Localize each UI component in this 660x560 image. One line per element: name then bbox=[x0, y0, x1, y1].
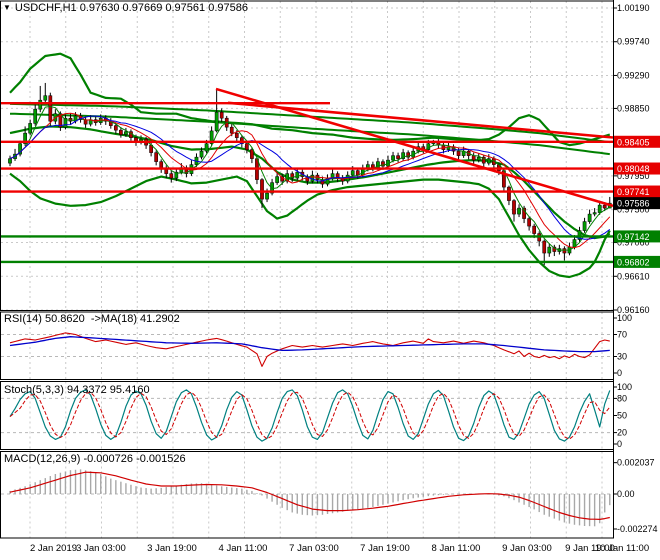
bear-candle bbox=[602, 204, 607, 209]
bull-candle bbox=[597, 204, 602, 213]
symbol-period-label: USDCHF,H1 bbox=[14, 2, 77, 14]
bear-candle bbox=[562, 248, 567, 254]
price-axis[interactable] bbox=[614, 0, 660, 538]
bull-candle bbox=[476, 156, 481, 161]
bear-candle bbox=[371, 164, 375, 168]
bear-candle bbox=[250, 149, 254, 159]
bull-candle bbox=[517, 207, 521, 215]
bear-candle bbox=[229, 126, 234, 134]
bull-candle bbox=[8, 158, 12, 164]
time-tick-label: 4 Jan 11:00 bbox=[219, 543, 268, 554]
bear-candle bbox=[507, 186, 511, 201]
bull-candle bbox=[295, 171, 300, 179]
bull-candle bbox=[275, 176, 279, 183]
bull-candle bbox=[38, 99, 43, 110]
quote-open: 0.97630 bbox=[79, 2, 120, 14]
bear-candle bbox=[169, 173, 174, 179]
time-tick-label: 2 Jan 2019 bbox=[30, 543, 77, 554]
time-tick-label: 8 Jan 11:00 bbox=[432, 543, 481, 554]
bull-candle bbox=[33, 108, 38, 124]
bear-candle bbox=[260, 179, 264, 200]
rsi-indicator-label: RSI(14) 50.8620 ->MA(18) 41.2902 bbox=[4, 313, 180, 325]
bull-candle bbox=[199, 150, 204, 158]
bull-candle bbox=[265, 192, 269, 200]
bull-candle bbox=[587, 213, 592, 222]
bull-candle bbox=[350, 170, 355, 176]
time-tick-label: 10 Jan 11:00 bbox=[595, 543, 649, 554]
chart-background bbox=[0, 0, 660, 560]
bull-candle bbox=[592, 212, 597, 215]
bear-candle bbox=[119, 129, 123, 135]
bull-candle bbox=[28, 123, 33, 134]
bear-candle bbox=[396, 155, 400, 159]
bull-candle bbox=[547, 246, 552, 254]
chart-window: 1.001900.997400.992900.988500.979500.975… bbox=[0, 0, 660, 560]
time-tick-label: 7 Jan 19:00 bbox=[360, 543, 410, 554]
chart-title: ▼ USDCHF,H1 0.97630 0.97669 0.97561 0.975… bbox=[3, 2, 248, 14]
bull-candle bbox=[391, 155, 395, 161]
bear-candle bbox=[527, 218, 531, 227]
bear-candle bbox=[245, 143, 249, 150]
time-tick-label: 7 Jan 03:00 bbox=[289, 543, 339, 554]
bull-candle bbox=[124, 131, 128, 135]
time-tick-label: 3 Jan 03:00 bbox=[76, 543, 126, 554]
macd-indicator-label: MACD(12,26,9) -0.000726 -0.001526 bbox=[4, 453, 186, 465]
bull-candle bbox=[204, 143, 209, 152]
bear-candle bbox=[234, 132, 239, 138]
bear-candle bbox=[542, 240, 547, 254]
time-tick-label: 3 Jan 19:00 bbox=[147, 543, 197, 554]
bull-candle bbox=[582, 221, 587, 231]
quote-low: 0.97561 bbox=[165, 2, 206, 14]
bear-candle bbox=[532, 225, 537, 234]
bear-candle bbox=[48, 95, 53, 122]
bear-candle bbox=[512, 200, 516, 215]
bear-candle bbox=[154, 152, 159, 162]
bear-candle bbox=[164, 168, 169, 174]
quote-high: 0.97669 bbox=[122, 2, 163, 14]
bear-candle bbox=[456, 150, 461, 156]
price-chart-svg[interactable]: 1.001900.997400.992900.988500.979500.975… bbox=[0, 0, 660, 560]
bull-candle bbox=[214, 111, 219, 132]
bull-candle bbox=[43, 95, 48, 101]
bear-candle bbox=[113, 125, 118, 131]
quote-close: 0.97586 bbox=[208, 2, 248, 14]
symbol-dropdown-icon[interactable]: ▼ bbox=[3, 3, 11, 12]
bear-candle bbox=[471, 155, 476, 161]
time-tick-label: 9 Jan 03:00 bbox=[502, 543, 552, 554]
stoch-indicator-label: Stoch(5,3,3) 94.3372 95.4160 bbox=[4, 384, 150, 396]
bear-candle bbox=[219, 111, 224, 119]
